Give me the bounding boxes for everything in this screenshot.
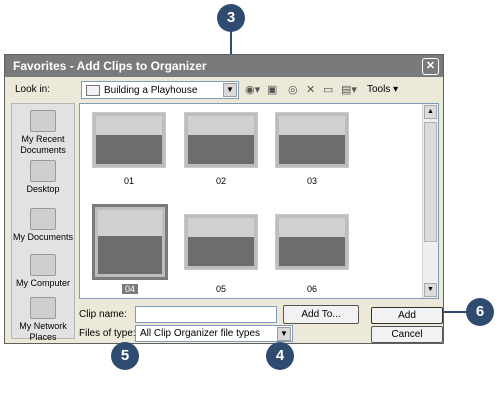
title-bar: Favorites - Add Clips to Organizer ✕ bbox=[5, 55, 443, 77]
chevron-down-icon[interactable]: ▼ bbox=[223, 83, 237, 97]
files-of-type-value: All Clip Organizer file types bbox=[140, 328, 261, 339]
my-computer-icon bbox=[30, 254, 56, 276]
clip-thumbnail-06[interactable] bbox=[275, 214, 349, 270]
views-icon[interactable]: ▤▾ bbox=[341, 83, 357, 97]
up-folder-icon[interactable]: ▣ bbox=[267, 83, 277, 97]
lookin-value: Building a Playhouse bbox=[104, 85, 198, 96]
callout-5: 5 bbox=[111, 342, 139, 370]
add-to-button[interactable]: Add To... bbox=[283, 305, 359, 324]
clip-name-input[interactable] bbox=[135, 306, 277, 323]
delete-icon[interactable]: ✕ bbox=[306, 83, 315, 97]
clip-name-label: Clip name: bbox=[79, 309, 127, 320]
place-label: My Computer bbox=[15, 278, 70, 288]
dialog-title: Favorites - Add Clips to Organizer bbox=[13, 59, 207, 73]
clip-label-selected: 04 bbox=[93, 284, 167, 294]
scroll-up-icon[interactable]: ▲ bbox=[424, 105, 437, 119]
lookin-label: Look in: bbox=[15, 84, 51, 95]
lookin-dropdown[interactable]: Building a Playhouse ▼ bbox=[81, 81, 239, 99]
desktop-icon bbox=[30, 160, 56, 182]
clip-thumbnail-04[interactable] bbox=[92, 204, 168, 280]
search-web-icon[interactable]: ◎ bbox=[288, 83, 298, 97]
clip-thumbnail-03[interactable] bbox=[275, 112, 349, 168]
scroll-down-icon[interactable]: ▼ bbox=[424, 283, 437, 297]
clip-thumbnail-05[interactable] bbox=[184, 214, 258, 270]
clip-label: 01 bbox=[123, 176, 134, 186]
place-my-documents[interactable]: My Documents bbox=[12, 208, 74, 243]
places-bar: My Recent Documents Desktop My Documents… bbox=[11, 103, 75, 342]
callout-6: 6 bbox=[466, 298, 494, 326]
place-label: Desktop bbox=[26, 184, 60, 194]
add-button[interactable]: Add bbox=[371, 307, 443, 324]
back-icon[interactable]: ◉▾ bbox=[245, 83, 260, 97]
callout-3: 3 bbox=[217, 4, 245, 32]
close-button[interactable]: ✕ bbox=[422, 58, 439, 75]
files-of-type-dropdown[interactable]: All Clip Organizer file types ▼ bbox=[135, 325, 293, 342]
clip-thumbnail-02[interactable] bbox=[184, 112, 258, 168]
clip-label: 04 bbox=[121, 284, 138, 294]
place-label: My Network Places bbox=[19, 321, 67, 342]
place-recent-documents[interactable]: My Recent Documents bbox=[12, 110, 74, 156]
cancel-button[interactable]: Cancel bbox=[371, 326, 443, 343]
callout-4: 4 bbox=[266, 342, 294, 370]
add-clips-dialog: Favorites - Add Clips to Organizer ✕ Loo… bbox=[4, 54, 444, 344]
clip-label: 03 bbox=[306, 176, 317, 186]
place-label: My Recent Documents bbox=[20, 134, 66, 155]
vertical-scrollbar[interactable]: ▲ ▼ bbox=[422, 104, 438, 298]
files-of-type-label: Files of type: bbox=[79, 328, 136, 339]
network-places-icon bbox=[30, 297, 56, 319]
scroll-thumb[interactable] bbox=[424, 122, 437, 242]
clip-thumbnail-01[interactable] bbox=[92, 112, 166, 168]
clip-label: 05 bbox=[215, 284, 226, 294]
clip-file-list: 01 02 03 04 05 06 ▲ ▼ bbox=[79, 103, 439, 299]
place-label: My Documents bbox=[12, 232, 74, 242]
place-network[interactable]: My Network Places bbox=[12, 297, 74, 343]
clip-label: 06 bbox=[306, 284, 317, 294]
chevron-down-icon[interactable]: ▼ bbox=[277, 327, 291, 341]
clip-label: 02 bbox=[215, 176, 226, 186]
recent-documents-icon bbox=[30, 110, 56, 132]
my-documents-icon bbox=[30, 208, 56, 230]
place-my-computer[interactable]: My Computer bbox=[12, 254, 74, 289]
place-desktop[interactable]: Desktop bbox=[12, 160, 74, 195]
new-folder-icon[interactable]: ▭ bbox=[323, 83, 333, 97]
folder-icon bbox=[86, 85, 100, 96]
tools-menu[interactable]: Tools ▾ bbox=[367, 84, 398, 95]
